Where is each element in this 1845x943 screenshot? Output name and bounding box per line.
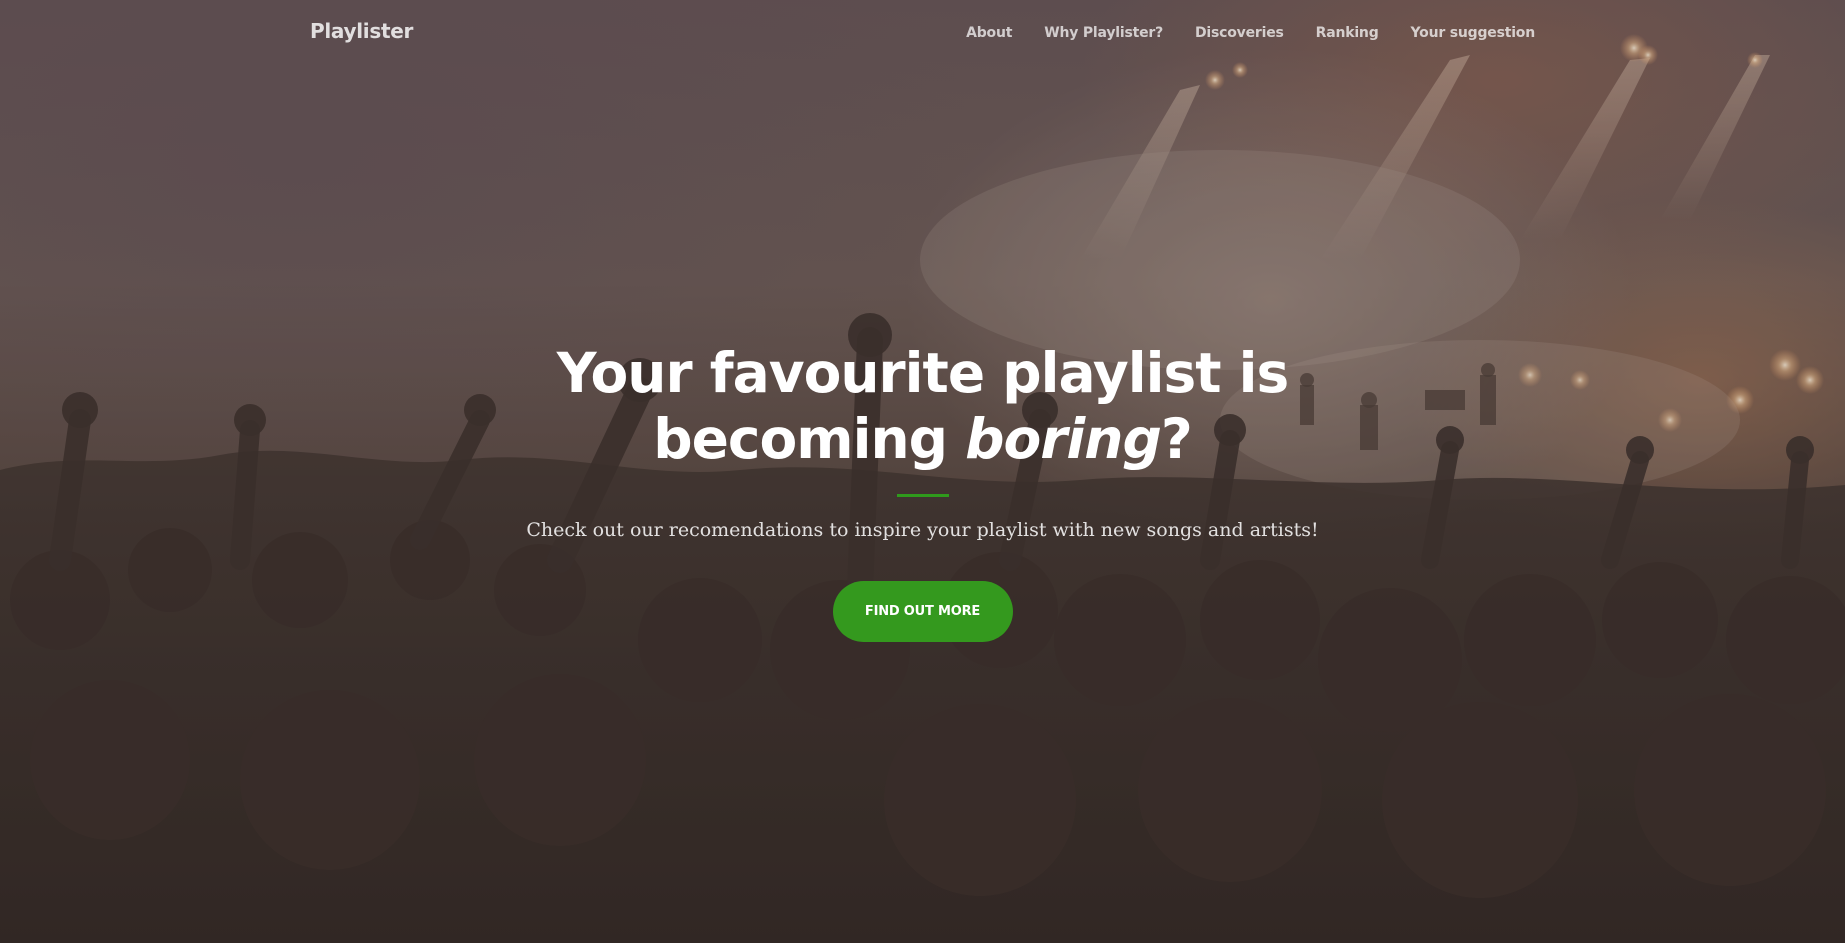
nav-item-ranking: Ranking [1316,24,1379,42]
hero-section: Your favourite playlist is becoming bori… [0,340,1845,642]
landing-page: Playlister About Why Playlister? Discove… [0,0,1845,943]
find-out-more-button[interactable]: FIND OUT MORE [832,581,1013,642]
hero-title: Your favourite playlist is becoming bori… [543,340,1303,472]
hero-title-emphasis: boring [965,407,1162,471]
nav-item-discoveries: Discoveries [1195,24,1284,42]
nav-links: About Why Playlister? Discoveries Rankin… [966,24,1535,42]
hero-divider [896,494,949,497]
navbar: Playlister About Why Playlister? Discove… [0,0,1845,68]
hero-title-line2-prefix: becoming [653,407,966,471]
hero-subtitle: Check out our recomendations to inspire … [526,519,1319,541]
nav-link-discoveries[interactable]: Discoveries [1195,25,1284,41]
nav-link-ranking[interactable]: Ranking [1316,25,1379,41]
nav-item-why-playlister: Why Playlister? [1044,24,1163,42]
hero-title-line1: Your favourite playlist is [556,341,1290,405]
nav-link-your-suggestion[interactable]: Your suggestion [1411,25,1536,41]
nav-link-why-playlister[interactable]: Why Playlister? [1044,25,1163,41]
nav-link-about[interactable]: About [966,25,1012,41]
nav-item-about: About [966,24,1012,42]
hero-title-line2-suffix: ? [1160,407,1193,471]
brand-logo-link[interactable]: Playlister [310,19,413,43]
nav-item-your-suggestion: Your suggestion [1411,24,1536,42]
